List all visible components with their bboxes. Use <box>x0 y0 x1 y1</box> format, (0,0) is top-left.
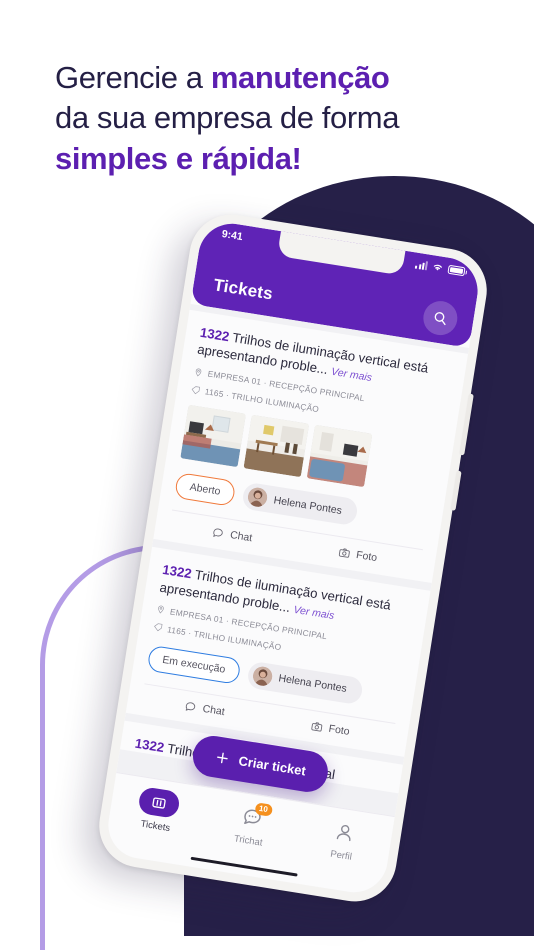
ticket-id: 1322 <box>161 562 193 582</box>
nav-item-perfil[interactable]: Perfil <box>294 811 394 868</box>
headline-line1-plain: Gerencie a <box>55 60 211 95</box>
see-more-link[interactable]: Ver mais <box>330 366 372 384</box>
headline-line3: simples e rápida! <box>55 140 302 176</box>
create-ticket-fab[interactable]: Criar ticket <box>190 733 331 795</box>
photo-thumb-3 <box>306 425 373 488</box>
app-title: Tickets <box>212 275 275 304</box>
wifi-icon <box>433 264 442 271</box>
plus-icon <box>217 752 228 764</box>
location-pin-icon <box>158 605 164 614</box>
lounge-photo[interactable] <box>306 425 373 488</box>
status-badge[interactable]: Aberto <box>174 471 237 507</box>
ticket-title-text: Trilhos de iluminação vertical está apre… <box>158 567 392 615</box>
photo-thumb-1 <box>180 405 246 468</box>
battery-icon <box>447 264 466 276</box>
chat-action-label: Chat <box>201 702 226 718</box>
promo-screen: Gerencie a manutenção da sua empresa de … <box>0 0 534 950</box>
signal-bars-icon <box>415 259 429 270</box>
chat-action-label: Chat <box>229 529 254 545</box>
assignee-chip[interactable]: Helena Pontes <box>245 660 364 705</box>
nav-label-perfil: Perfil <box>329 848 353 863</box>
headline-line1-bold: manutenção <box>210 60 390 95</box>
nav-item-tickets[interactable]: Tickets <box>108 782 208 839</box>
status-bar-icons <box>415 259 466 277</box>
avatar <box>251 664 274 687</box>
ticket-id: 1322 <box>199 324 231 345</box>
photo-action-label: Foto <box>355 549 378 565</box>
chat-bubble-icon <box>213 528 224 538</box>
tag-icon <box>191 386 200 394</box>
create-ticket-label: Criar ticket <box>237 753 307 779</box>
search-icon <box>434 312 446 326</box>
see-more-link[interactable]: Ver mais <box>293 604 335 622</box>
status-bar-time: 9:41 <box>220 227 244 244</box>
trichat-icon-wrap: 10 <box>239 802 273 832</box>
chat-bubble-icon <box>186 701 196 711</box>
status-badge[interactable]: Em execução <box>146 644 242 685</box>
user-avatar-icon <box>246 486 269 509</box>
tag-icon <box>154 623 163 632</box>
assignee-name: Helena Pontes <box>277 672 348 695</box>
photo-thumb-2 <box>243 415 310 478</box>
ticket-card[interactable]: 1322 Trilhos de iluminação vertical está… <box>125 547 431 757</box>
dining-room-photo[interactable] <box>243 415 310 478</box>
nav-label-trichat: Trichat <box>233 833 264 849</box>
tickets-icon <box>152 796 166 809</box>
tickets-active-pill <box>137 786 181 820</box>
living-room-photo[interactable] <box>180 405 246 468</box>
avatar <box>246 486 269 509</box>
ticket-card[interactable]: 1322 Trilhos de iluminação vertical está… <box>153 309 469 584</box>
photo-action-label: Foto <box>327 722 351 738</box>
assignee-chip[interactable]: Helena Pontes <box>241 481 359 527</box>
headline-line2: da sua empresa de forma <box>55 100 400 136</box>
camera-icon <box>311 721 323 732</box>
nav-label-tickets: Tickets <box>139 818 171 835</box>
assignee-name: Helena Pontes <box>272 494 343 517</box>
perfil-icon-wrap <box>333 817 357 847</box>
user-avatar-icon <box>251 664 274 687</box>
page-title: Gerencie a manutenção da sua empresa de … <box>55 58 485 179</box>
nav-item-trichat[interactable]: 10 Trichat <box>201 797 301 854</box>
person-icon <box>336 824 351 841</box>
ticket-id: 1322 <box>133 735 166 755</box>
search-button[interactable] <box>420 298 460 338</box>
camera-icon <box>338 548 350 558</box>
ticket-title-text: Trilhos de iluminação vertical está apre… <box>196 329 430 378</box>
location-pin-icon <box>195 368 202 377</box>
